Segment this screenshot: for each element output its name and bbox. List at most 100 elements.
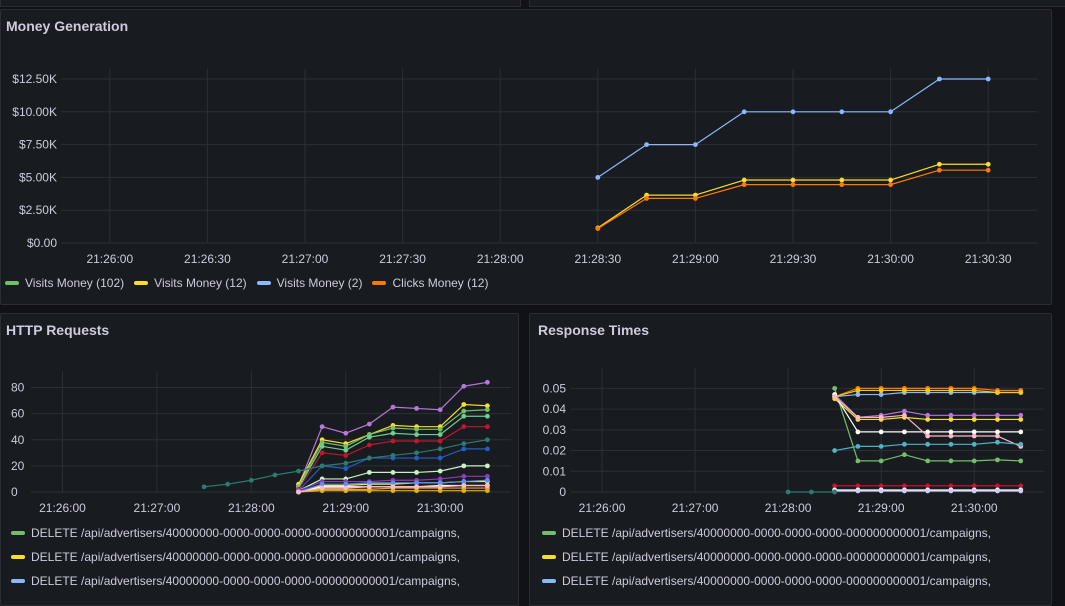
y-tick-label: $7.50K xyxy=(19,138,57,152)
legend-swatch xyxy=(542,531,556,535)
legend-item[interactable]: DELETE /api/advertisers/40000000-0000-00… xyxy=(11,521,460,545)
data-point xyxy=(995,457,1000,463)
data-point xyxy=(366,470,372,475)
money-generation-panel: Money Generation $0.00 $2.50K $5.00K $7.50K… xyxy=(0,9,1052,305)
data-point xyxy=(985,161,991,167)
data-point xyxy=(319,463,325,469)
legend-item[interactable]: Visits Money (12) xyxy=(134,276,247,290)
y-tick-label: 0.02 xyxy=(543,444,567,458)
data-point xyxy=(948,412,954,418)
data-point xyxy=(461,488,467,494)
http-requests-panel: HTTP Requests 0 20 40 60 80 21:26:00 21:27:00 2… xyxy=(0,313,519,606)
data-point xyxy=(461,463,467,469)
y-tick-label: 0.05 xyxy=(543,381,567,395)
money-legend: Visits Money (102) Visits Money (12) Vis… xyxy=(5,276,488,290)
data-point xyxy=(948,388,954,393)
legend-swatch xyxy=(372,281,387,285)
data-point xyxy=(343,430,349,436)
data-point xyxy=(790,182,796,188)
data-point xyxy=(414,438,419,444)
x-tick-label: 21:30:00 xyxy=(867,252,914,266)
y-tick-label: 0.01 xyxy=(543,464,567,478)
legend-item[interactable]: Visits Money (2) xyxy=(256,276,362,290)
data-point xyxy=(693,195,698,201)
data-point xyxy=(484,413,490,419)
legend-item[interactable]: DELETE /api/advertisers/40000000-0000-00… xyxy=(542,569,991,593)
data-point xyxy=(925,441,931,447)
y-tick-label: $12.50K xyxy=(12,72,57,86)
legend-swatch xyxy=(542,555,556,559)
data-point xyxy=(595,175,601,180)
data-point xyxy=(948,433,954,439)
data-point xyxy=(888,182,893,188)
data-point xyxy=(319,450,325,456)
x-tick-label: 21:30:30 xyxy=(965,252,1012,266)
legend-swatch xyxy=(11,531,25,535)
data-point xyxy=(878,483,884,489)
data-point xyxy=(995,429,1000,435)
legend-item[interactable]: Visits Money (102) xyxy=(5,276,124,290)
y-tick-label: $5.00K xyxy=(19,170,57,184)
data-point xyxy=(414,470,419,475)
data-point xyxy=(855,429,861,435)
data-point xyxy=(925,488,931,494)
data-point xyxy=(484,446,490,452)
data-point xyxy=(902,429,907,435)
legend-item[interactable]: DELETE /api/advertisers/40000000-0000-00… xyxy=(11,545,460,569)
legend-swatch xyxy=(11,579,25,583)
legend-item[interactable]: DELETE /api/advertisers/40000000-0000-00… xyxy=(11,569,460,593)
data-point xyxy=(437,407,443,413)
panel-above-left xyxy=(0,0,521,7)
data-point xyxy=(971,412,977,418)
data-point xyxy=(878,444,884,449)
legend-swatch xyxy=(542,579,556,583)
data-point xyxy=(461,402,467,407)
data-point xyxy=(461,408,467,414)
data-point xyxy=(319,485,325,491)
data-point xyxy=(741,177,747,183)
data-point xyxy=(343,447,349,453)
data-point xyxy=(484,379,490,385)
data-point xyxy=(390,430,396,436)
data-point xyxy=(1018,441,1024,447)
data-point xyxy=(1018,417,1024,422)
data-point xyxy=(855,414,861,420)
data-point xyxy=(937,167,942,173)
data-point xyxy=(225,481,231,487)
data-point xyxy=(971,433,977,439)
x-tick-label: 21:27:00 xyxy=(672,501,719,515)
data-point xyxy=(343,460,349,466)
data-point xyxy=(925,388,931,393)
legend-item[interactable]: DELETE /api/advertisers/40000000-0000-00… xyxy=(542,521,991,545)
data-point xyxy=(925,412,931,418)
data-point xyxy=(937,161,942,167)
y-tick-label: 80 xyxy=(11,381,25,395)
data-point xyxy=(985,167,991,173)
data-point xyxy=(437,426,443,432)
data-point xyxy=(971,429,977,435)
x-tick-label: 21:29:00 xyxy=(672,252,719,266)
legend-item[interactable]: Clicks Money (12) xyxy=(372,276,488,290)
data-point xyxy=(437,468,443,474)
x-tick-label: 21:29:00 xyxy=(322,501,369,515)
x-tick-label: 21:30:00 xyxy=(951,501,998,515)
data-point xyxy=(272,472,278,478)
x-tick-label: 21:28:00 xyxy=(228,501,275,515)
data-point xyxy=(1018,488,1024,494)
legend-item[interactable]: DELETE /api/advertisers/40000000-0000-00… xyxy=(542,545,991,569)
data-point xyxy=(948,488,954,494)
data-point xyxy=(414,450,419,456)
data-point xyxy=(437,432,443,437)
data-point xyxy=(878,388,884,393)
panel-above-right xyxy=(529,0,1065,7)
data-point xyxy=(937,76,942,82)
x-tick-label: 21:29:30 xyxy=(770,252,817,266)
data-point xyxy=(644,142,649,148)
data-point xyxy=(414,455,419,461)
money-generation-chart: $0.00 $2.50K $5.00K $7.50K $10.00K $12.50K 21:… xyxy=(12,69,1037,266)
y-tick-label: 0 xyxy=(559,485,566,499)
data-point xyxy=(390,484,396,490)
legend-swatch xyxy=(11,555,25,559)
y-tick-label: $10.00K xyxy=(12,105,57,119)
data-point xyxy=(693,142,698,148)
